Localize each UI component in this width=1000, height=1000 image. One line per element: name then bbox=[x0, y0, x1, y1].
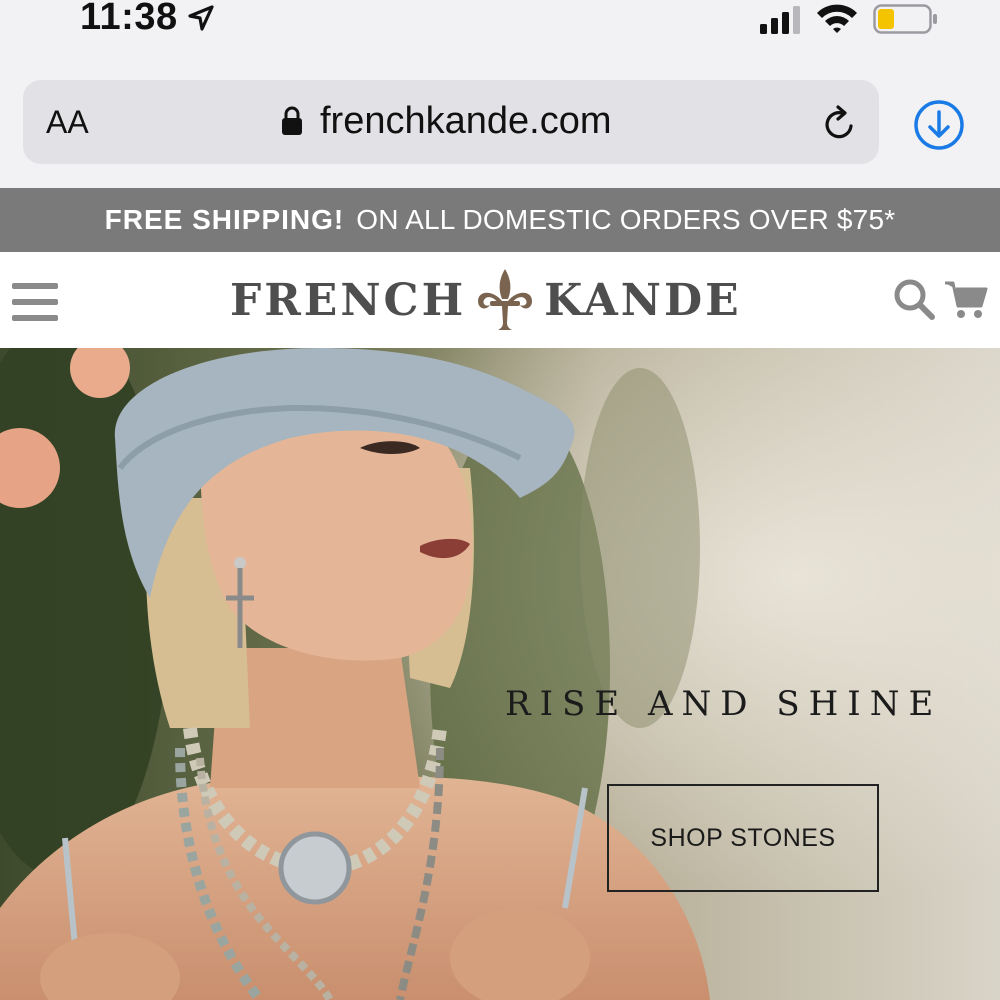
promo-text: ON ALL DOMESTIC ORDERS OVER $75* bbox=[356, 204, 896, 235]
signal-icon bbox=[760, 6, 800, 34]
url-text[interactable]: frenchkande.com bbox=[320, 100, 612, 143]
promo-banner[interactable]: FREE SHIPPING! ON ALL DOMESTIC ORDERS OV… bbox=[0, 188, 1000, 252]
download-icon[interactable] bbox=[912, 98, 966, 152]
site-logo[interactable]: FRENCH KANDE bbox=[230, 264, 820, 336]
battery-icon bbox=[873, 4, 937, 34]
fleur-de-lis-icon bbox=[478, 269, 533, 330]
shop-stones-label: SHOP STONES bbox=[650, 823, 836, 852]
location-arrow-icon bbox=[188, 5, 214, 31]
hero-banner[interactable] bbox=[0, 348, 1000, 1000]
text-size-button[interactable]: AA bbox=[46, 104, 89, 141]
wifi-icon bbox=[817, 4, 857, 33]
hero-title: RISE AND SHINE bbox=[505, 684, 943, 724]
cart-icon[interactable] bbox=[944, 280, 988, 320]
logo-text-left: FRENCH bbox=[230, 274, 467, 326]
reload-icon[interactable] bbox=[820, 104, 860, 144]
menu-icon[interactable] bbox=[12, 283, 60, 323]
lock-icon bbox=[282, 106, 302, 135]
text-size-label: AA bbox=[46, 104, 89, 140]
logo-text-right: KANDE bbox=[544, 274, 742, 326]
status-time: 11:38 bbox=[80, 0, 178, 38]
hero-image bbox=[0, 348, 1000, 1000]
search-icon[interactable] bbox=[893, 278, 935, 320]
promo-bold-text: FREE SHIPPING! bbox=[104, 204, 345, 235]
shop-stones-button[interactable]: SHOP STONES bbox=[607, 784, 879, 892]
